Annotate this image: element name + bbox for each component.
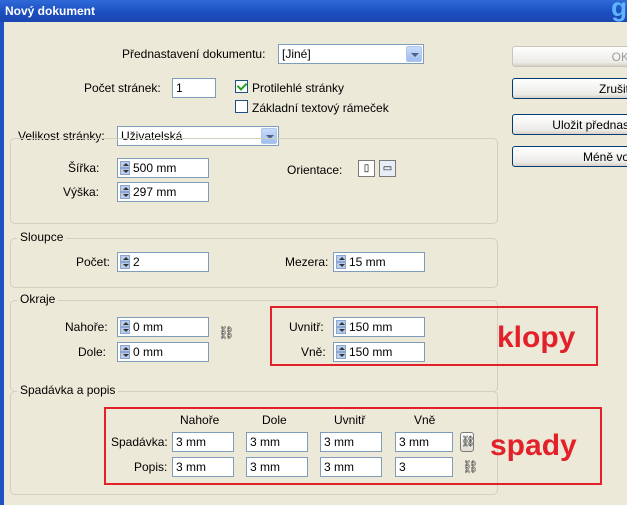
stepper-icon[interactable]	[120, 161, 130, 175]
chain-link-icon[interactable]: ⛓	[460, 432, 475, 452]
stepper-icon[interactable]	[336, 320, 346, 334]
slug-inside-value: 3 mm	[324, 460, 354, 474]
ok-label: OK	[611, 50, 627, 64]
width-label: Šířka:	[68, 161, 100, 175]
margin-outside-label: Vně:	[301, 345, 326, 359]
cancel-button[interactable]: Zrušit	[512, 78, 627, 99]
new-document-dialog: Přednastavení dokumentu: [Jiné] Počet st…	[0, 22, 627, 505]
gutter-input[interactable]: 15 mm	[333, 252, 425, 272]
slug-top-value: 3 mm	[176, 460, 206, 474]
save-preset-button[interactable]: Uložit přednas	[512, 114, 627, 135]
stepper-icon[interactable]	[120, 320, 130, 334]
column-header-bottom: Dole	[262, 413, 287, 427]
margin-top-input[interactable]: 0 mm	[117, 317, 209, 337]
column-count-value: 2	[133, 255, 140, 269]
fewer-options-label: Méně vo	[582, 150, 627, 164]
chain-link-icon[interactable]: ⛓	[462, 458, 479, 476]
title-bar[interactable]: Nový dokument g	[0, 0, 627, 22]
facing-pages-checkbox[interactable]	[235, 80, 248, 93]
pages-label: Počet stránek:	[84, 81, 161, 95]
bleed-outside-input[interactable]: 3 mm	[395, 432, 453, 452]
save-preset-label: Uložit přednas	[552, 118, 627, 132]
text-frame-checkbox[interactable]	[235, 100, 248, 113]
fewer-options-button[interactable]: Méně vo	[512, 146, 627, 167]
column-header-inside: Uvnitř	[334, 413, 366, 427]
preset-select[interactable]: [Jiné]	[278, 44, 424, 64]
slug-outside-value: 3	[399, 460, 406, 474]
bleed-outside-value: 3 mm	[399, 435, 429, 449]
stepper-icon[interactable]	[120, 345, 130, 359]
height-input[interactable]: 297 mm	[117, 182, 209, 202]
text-frame-label: Základní textový rámeček	[252, 101, 389, 115]
slug-top-input[interactable]: 3 mm	[172, 457, 234, 477]
margin-outside-input[interactable]: 150 mm	[333, 342, 425, 362]
column-header-top: Nahoře	[180, 413, 220, 427]
height-label: Výška:	[63, 185, 100, 199]
slug-bottom-value: 3 mm	[250, 460, 280, 474]
orientation-label: Orientace:	[287, 163, 343, 177]
margin-top-value: 0 mm	[133, 320, 163, 334]
bleed-bottom-input[interactable]: 3 mm	[246, 432, 308, 452]
window-title: Nový dokument	[5, 4, 96, 18]
ok-button[interactable]: OK	[512, 46, 627, 67]
stepper-icon[interactable]	[120, 255, 130, 269]
slug-bottom-input[interactable]: 3 mm	[246, 457, 308, 477]
spady-annotation: spady	[490, 429, 577, 462]
margin-bottom-value: 0 mm	[133, 345, 163, 359]
margin-top-label: Nahoře:	[65, 320, 108, 334]
bleed-inside-value: 3 mm	[324, 435, 354, 449]
stepper-icon[interactable]	[336, 345, 346, 359]
bleed-top-input[interactable]: 3 mm	[172, 432, 234, 452]
margin-bottom-label: Dole:	[78, 345, 107, 359]
pages-input[interactable]: 1	[172, 78, 216, 98]
bleed-inside-input[interactable]: 3 mm	[320, 432, 382, 452]
preset-value: [Jiné]	[282, 47, 311, 61]
stepper-icon[interactable]	[120, 185, 130, 199]
stepper-icon[interactable]	[336, 255, 346, 269]
width-value: 500 mm	[133, 161, 177, 175]
gutter-value: 15 mm	[349, 255, 386, 269]
width-input[interactable]: 500 mm	[117, 158, 209, 178]
margin-inside-input[interactable]: 150 mm	[333, 317, 425, 337]
bleed-top-value: 3 mm	[176, 435, 206, 449]
margin-inside-label: Uvnitř:	[289, 320, 324, 334]
column-header-outside: Vně	[414, 413, 436, 427]
margin-outside-value: 150 mm	[349, 345, 393, 359]
column-count-input[interactable]: 2	[117, 252, 209, 272]
slug-inside-input[interactable]: 3 mm	[320, 457, 382, 477]
slug-label: Popis:	[134, 460, 168, 474]
height-value: 297 mm	[133, 185, 177, 199]
margin-inside-value: 150 mm	[349, 320, 393, 334]
margins-title: Okraje	[17, 292, 59, 306]
facing-pages-label: Protilehlé stránky	[252, 81, 345, 95]
bleed-bottom-value: 3 mm	[250, 435, 280, 449]
pages-value: 1	[176, 81, 183, 95]
preset-label: Přednastavení dokumentu:	[122, 47, 266, 61]
slug-outside-input[interactable]: 3	[395, 457, 453, 477]
gutter-label: Mezera:	[285, 255, 329, 269]
column-count-label: Počet:	[76, 255, 111, 269]
portrait-orientation-icon[interactable]: ▯	[358, 160, 375, 177]
chain-link-icon[interactable]: ⛓	[218, 324, 235, 342]
landscape-orientation-icon[interactable]: ▭	[379, 160, 396, 177]
cancel-label: Zrušit	[599, 82, 627, 96]
klopy-annotation: klopy	[497, 321, 576, 354]
columns-title: Sloupce	[17, 230, 67, 244]
bleed-slug-title: Spadávka a popis	[17, 383, 119, 397]
margin-bottom-input[interactable]: 0 mm	[117, 342, 209, 362]
chevron-down-icon[interactable]	[406, 46, 422, 62]
background-text-fragment: g	[611, 0, 627, 22]
bleed-label: Spadávka:	[111, 435, 168, 449]
page-size-group	[10, 138, 498, 224]
